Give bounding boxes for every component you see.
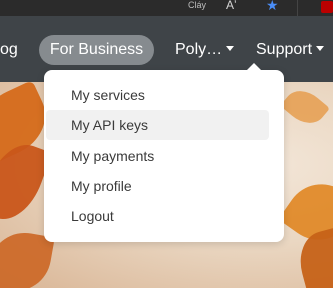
nav-support-menu[interactable]: Support	[256, 40, 325, 60]
browser-toolbar: Cláy Aʼ ★	[0, 0, 333, 16]
nav-blog-link[interactable]: og	[0, 40, 18, 60]
extension-icon[interactable]	[321, 1, 333, 13]
browser-small-text: Cláy	[188, 0, 207, 10]
menu-item-logout[interactable]: Logout	[46, 201, 269, 231]
account-dropdown-menu: My services My API keys My payments My p…	[44, 63, 284, 242]
autumn-leaf	[280, 82, 330, 132]
nav-poly-label: Poly…	[175, 41, 223, 58]
menu-item-my-payments[interactable]: My payments	[46, 141, 269, 171]
autumn-leaf	[293, 227, 333, 288]
menu-item-my-profile[interactable]: My profile	[46, 171, 269, 201]
nav-support-label: Support	[256, 41, 313, 58]
nav-poly-menu[interactable]: Poly…	[175, 40, 235, 60]
toolbar-divider	[297, 0, 298, 16]
chevron-down-icon	[316, 46, 325, 52]
menu-item-my-services[interactable]: My services	[46, 80, 269, 110]
favorite-star-icon[interactable]: ★	[266, 0, 279, 14]
read-aloud-icon[interactable]: Aʼ	[226, 0, 237, 12]
nav-for-business-button[interactable]: For Business	[39, 35, 154, 65]
menu-item-my-api-keys[interactable]: My API keys	[46, 110, 269, 140]
chevron-down-icon	[226, 46, 235, 52]
